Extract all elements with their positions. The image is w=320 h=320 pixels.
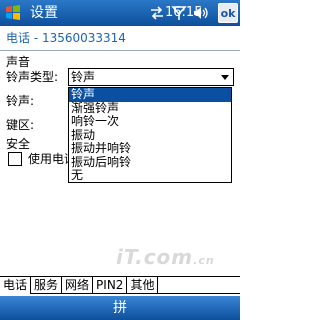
ring-type-label: 铃声类型:: [6, 70, 59, 84]
watermark-main: iT.com: [116, 245, 194, 269]
connectivity-icon[interactable]: [148, 4, 166, 22]
use-phone-checkbox[interactable]: [8, 152, 22, 166]
dropdown-arrow-icon[interactable]: [217, 69, 233, 85]
tab-services[interactable]: 服务: [31, 277, 63, 294]
list-item[interactable]: 响铃一次: [69, 115, 231, 129]
settings-tabs: 电话 服务 网络 PIN2 其他: [0, 276, 240, 294]
ok-button[interactable]: ok: [218, 3, 238, 23]
ring-type-options-list[interactable]: 铃声 渐强铃声 响铃一次 振动 振动并响铃 振动后响铃 无: [68, 87, 232, 183]
title-bar: 设置 16:15 ok: [0, 0, 240, 26]
list-item[interactable]: 无: [69, 169, 231, 183]
header-divider: [0, 50, 240, 51]
list-item[interactable]: 渐强铃声: [69, 102, 231, 116]
tab-pin2[interactable]: PIN2: [93, 277, 128, 294]
tab-phone[interactable]: 电话: [0, 277, 32, 294]
list-item[interactable]: 振动并响铃: [69, 142, 231, 156]
list-item[interactable]: 振动后响铃: [69, 156, 231, 170]
ringtone-label: 铃声:: [6, 94, 35, 108]
tab-other[interactable]: 其他: [127, 277, 159, 294]
watermark-suffix: .cn: [193, 254, 215, 267]
bottom-menu-bar: 拼: [0, 296, 240, 320]
windows-logo-icon[interactable]: [3, 3, 23, 23]
clock[interactable]: 16:15: [165, 4, 202, 22]
watermark: iT.com.cn: [116, 245, 215, 269]
use-phone-checkbox-label[interactable]: 使用电话: [28, 152, 68, 166]
security-label: 安全: [6, 137, 31, 151]
keypad-label: 键区:: [6, 118, 35, 132]
list-item[interactable]: 振动: [69, 129, 231, 143]
window-title: 设置: [30, 5, 58, 21]
page-title: 电话 - 13560033314: [6, 31, 126, 45]
list-item[interactable]: 铃声: [69, 88, 231, 102]
input-method-button[interactable]: 拼: [110, 299, 130, 317]
tabs-spacer: [158, 277, 240, 294]
ring-type-selected-value: 铃声: [71, 70, 96, 84]
tab-network[interactable]: 网络: [62, 277, 94, 294]
sound-section-label: 声音: [6, 55, 31, 69]
ring-type-dropdown[interactable]: 铃声: [68, 68, 234, 86]
